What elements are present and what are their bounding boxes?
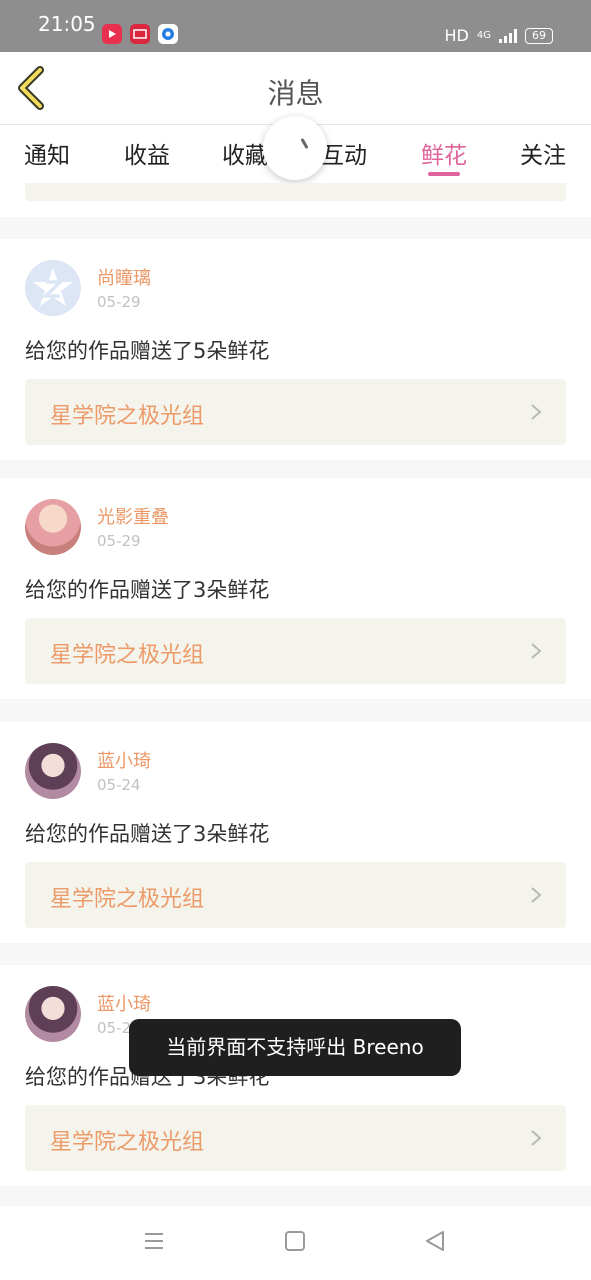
chevron-right-icon — [531, 404, 542, 420]
work-title: 星学院之极光组 — [50, 404, 205, 429]
video-app-icon — [102, 24, 122, 44]
message-text: 给您的作品赠送了3朵鲜花 — [25, 578, 270, 602]
message-date: 05-2 — [97, 1019, 132, 1037]
avatar[interactable] — [25, 260, 81, 316]
network-type: 4G — [476, 29, 491, 41]
avatar[interactable] — [25, 743, 81, 799]
avatar[interactable] — [25, 499, 81, 555]
work-link[interactable]: 星学院之极光组 — [25, 618, 566, 684]
default-avatar-icon — [33, 268, 73, 306]
record-app-icon — [130, 24, 150, 44]
tab-flowers[interactable]: 鲜花 — [421, 136, 467, 170]
battery-icon: 69 — [525, 27, 553, 44]
system-nav-bar — [0, 1206, 591, 1280]
chevron-right-icon — [531, 887, 542, 903]
tab-favorites[interactable]: 收藏 — [222, 136, 268, 170]
list-item: 尚瞳璃 05-29 给您的作品赠送了5朵鲜花 星学院之极光组 — [0, 239, 591, 460]
tab-earnings[interactable]: 收益 — [124, 136, 170, 170]
signal-icon — [499, 28, 517, 43]
clock: 21:05 — [38, 12, 96, 36]
message-date: 05-29 — [97, 532, 141, 550]
work-title: 星学院之极光组 — [50, 1130, 205, 1155]
work-link[interactable]: 星学院之极光组 — [25, 862, 566, 928]
username[interactable]: 蓝小琦 — [97, 990, 151, 1016]
tab-following[interactable]: 关注 — [520, 136, 566, 170]
active-tab-indicator — [428, 172, 460, 176]
home-square-icon[interactable] — [284, 1230, 306, 1252]
loading-spinner — [263, 116, 327, 180]
app-header: 消息 — [0, 52, 591, 125]
list-item: 光影重叠 05-29 给您的作品赠送了3朵鲜花 星学院之极光组 — [0, 478, 591, 699]
back-triangle-icon[interactable] — [424, 1230, 446, 1252]
work-title: 星学院之极光组 — [50, 643, 205, 668]
page-title: 消息 — [267, 77, 324, 110]
message-text: 给您的作品赠送了5朵鲜花 — [25, 339, 270, 363]
work-title: 星学院之极光组 — [50, 887, 205, 912]
chevron-right-icon — [531, 1130, 542, 1146]
work-link[interactable]: 星学院之极光组 — [25, 379, 566, 445]
tab-interactions[interactable]: 互动 — [321, 136, 367, 170]
username[interactable]: 蓝小琦 — [97, 747, 151, 773]
list-item-partial — [0, 183, 591, 217]
username[interactable]: 尚瞳璃 — [97, 264, 151, 290]
message-date: 05-24 — [97, 776, 141, 794]
list-item: 蓝小琦 05-24 给您的作品赠送了3朵鲜花 星学院之极光组 — [0, 722, 591, 943]
hd-indicator: HD — [444, 26, 469, 45]
menu-icon[interactable] — [143, 1230, 165, 1252]
notification-icons — [102, 24, 178, 44]
toast-message: 当前界面不支持呼出 Breeno — [129, 1019, 461, 1076]
chevron-right-icon — [531, 643, 542, 659]
status-bar: 21:05 HD 4G 69 — [0, 0, 591, 52]
tab-notifications[interactable]: 通知 — [24, 136, 70, 170]
work-link-partial[interactable] — [25, 183, 566, 201]
work-link[interactable]: 星学院之极光组 — [25, 1105, 566, 1171]
avatar[interactable] — [25, 986, 81, 1042]
username[interactable]: 光影重叠 — [97, 503, 169, 529]
message-date: 05-29 — [97, 293, 141, 311]
message-text: 给您的作品赠送了3朵鲜花 — [25, 822, 270, 846]
browser-app-icon — [158, 24, 178, 44]
